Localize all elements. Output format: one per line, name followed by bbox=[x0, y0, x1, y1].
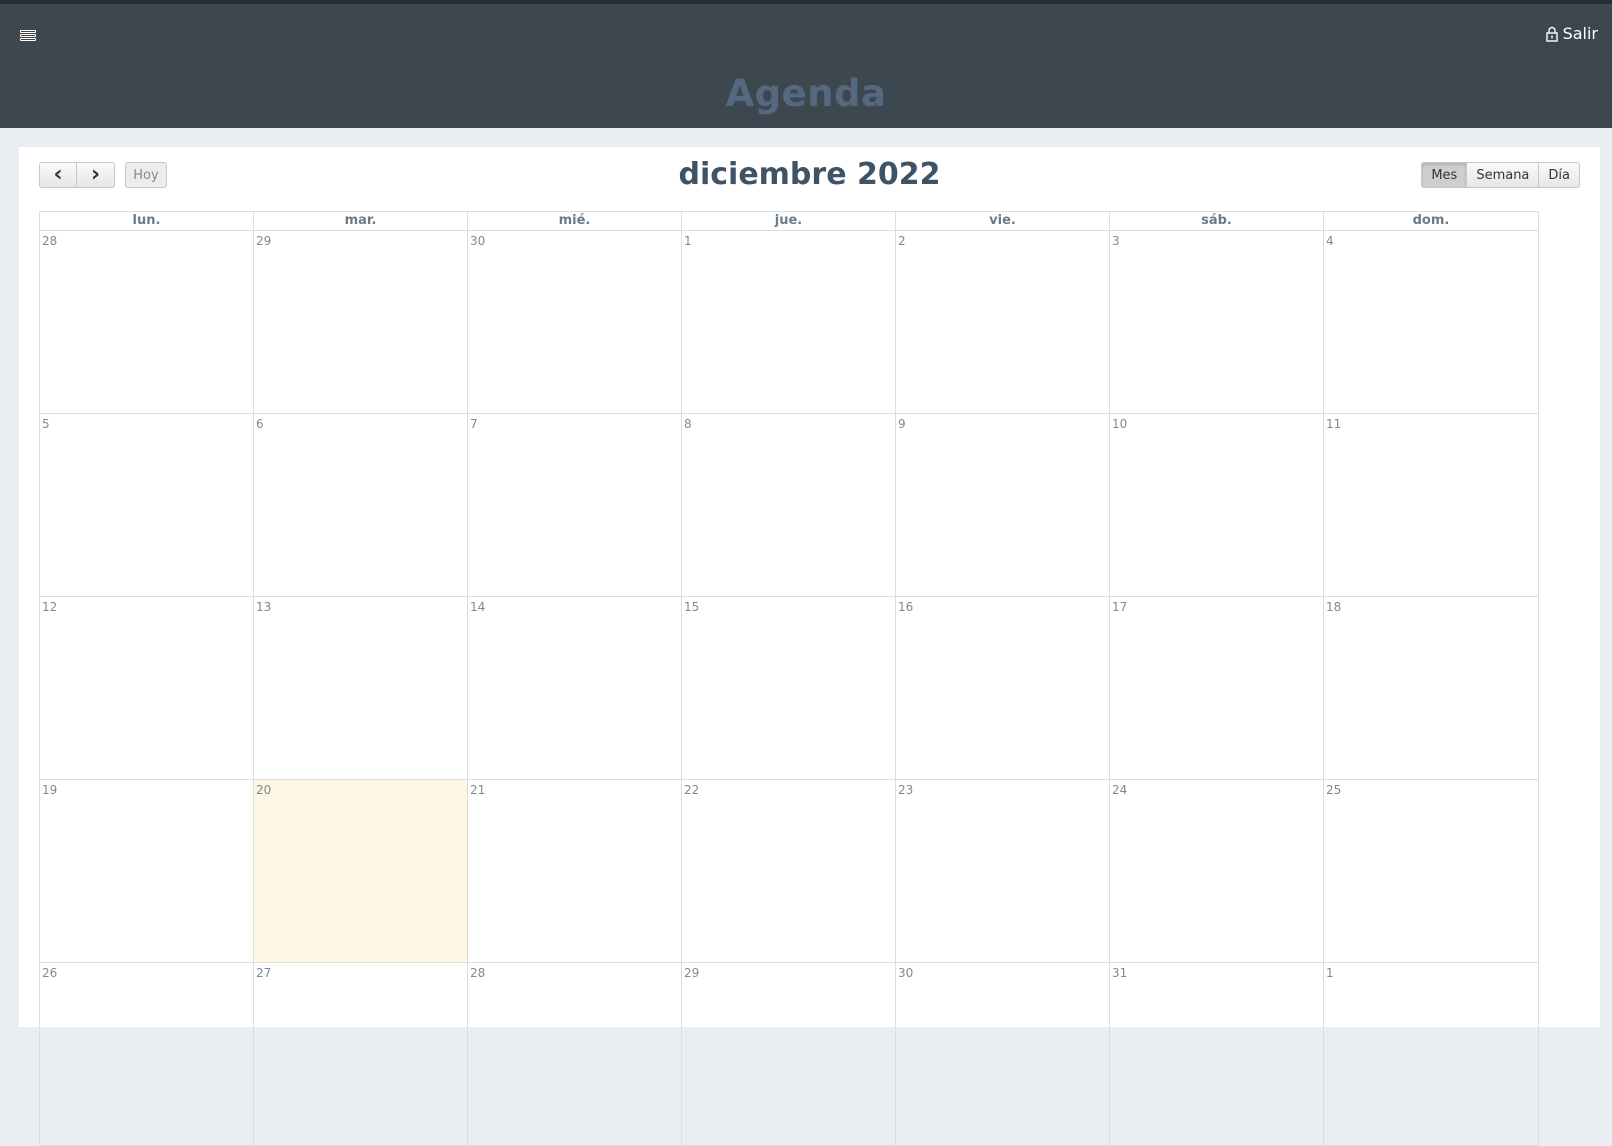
day-cell[interactable]: 29 bbox=[682, 963, 896, 1146]
day-number: 11 bbox=[1326, 417, 1342, 431]
day-number: 27 bbox=[256, 966, 272, 980]
view-day-button[interactable]: Día bbox=[1539, 162, 1580, 188]
day-number: 2 bbox=[898, 234, 906, 248]
week-row: 12 13 14 15 16 17 18 bbox=[40, 597, 1539, 780]
day-cell[interactable]: 27 bbox=[254, 963, 468, 1146]
day-cell[interactable]: 22 bbox=[682, 780, 896, 963]
day-cell[interactable]: 3 bbox=[1110, 231, 1324, 414]
day-number: 25 bbox=[1326, 783, 1342, 797]
month-grid: lun. mar. mié. jue. vie. sáb. dom. 28 29 3… bbox=[39, 211, 1539, 1146]
day-number: 4 bbox=[1326, 234, 1334, 248]
day-number: 16 bbox=[898, 600, 914, 614]
view-week-button[interactable]: Semana bbox=[1467, 162, 1540, 188]
day-cell[interactable]: 7 bbox=[468, 414, 682, 597]
day-cell[interactable]: 30 bbox=[468, 231, 682, 414]
logout-button[interactable]: Salir bbox=[1545, 24, 1598, 43]
day-number: 30 bbox=[898, 966, 914, 980]
day-number: 14 bbox=[470, 600, 486, 614]
day-cell[interactable]: 13 bbox=[254, 597, 468, 780]
day-number: 12 bbox=[42, 600, 58, 614]
day-cell[interactable]: 8 bbox=[682, 414, 896, 597]
day-cell[interactable]: 15 bbox=[682, 597, 896, 780]
day-number: 26 bbox=[42, 966, 58, 980]
day-number: 21 bbox=[470, 783, 486, 797]
lock-icon bbox=[1545, 26, 1558, 42]
day-number: 28 bbox=[42, 234, 58, 248]
day-number: 18 bbox=[1326, 600, 1342, 614]
logout-label: Salir bbox=[1562, 24, 1598, 43]
day-cell[interactable]: 30 bbox=[896, 963, 1110, 1146]
day-cell[interactable]: 9 bbox=[896, 414, 1110, 597]
day-number: 7 bbox=[470, 417, 478, 431]
day-number: 31 bbox=[1112, 966, 1128, 980]
day-number: 17 bbox=[1112, 600, 1128, 614]
day-number: 22 bbox=[684, 783, 700, 797]
day-number: 6 bbox=[256, 417, 264, 431]
day-cell[interactable]: 29 bbox=[254, 231, 468, 414]
day-cell[interactable]: 5 bbox=[40, 414, 254, 597]
hamburger-icon[interactable] bbox=[20, 30, 38, 46]
day-cell[interactable]: 12 bbox=[40, 597, 254, 780]
weekday-header: lun. mar. mié. jue. vie. sáb. dom. bbox=[40, 212, 1539, 231]
day-cell[interactable]: 19 bbox=[40, 780, 254, 963]
day-cell[interactable]: 28 bbox=[40, 231, 254, 414]
day-cell[interactable]: 14 bbox=[468, 597, 682, 780]
app-header: Salir Agenda bbox=[0, 4, 1612, 128]
day-number: 13 bbox=[256, 600, 272, 614]
weekday-label: dom. bbox=[1324, 212, 1539, 231]
day-number: 29 bbox=[256, 234, 272, 248]
week-row: 28 29 30 1 2 3 4 bbox=[40, 231, 1539, 414]
day-number: 24 bbox=[1112, 783, 1128, 797]
day-cell[interactable]: 2 bbox=[896, 231, 1110, 414]
day-number: 5 bbox=[42, 417, 50, 431]
view-month-button[interactable]: Mes bbox=[1421, 162, 1468, 188]
calendar-toolbar: ‹ › Hoy diciembre 2022 Mes Semana Día bbox=[19, 147, 1600, 207]
day-cell[interactable]: 18 bbox=[1324, 597, 1539, 780]
day-cell[interactable]: 26 bbox=[40, 963, 254, 1146]
day-number: 10 bbox=[1112, 417, 1128, 431]
day-number: 29 bbox=[684, 966, 700, 980]
day-number: 28 bbox=[470, 966, 486, 980]
day-cell[interactable]: 23 bbox=[896, 780, 1110, 963]
day-cell[interactable]: 24 bbox=[1110, 780, 1324, 963]
day-cell[interactable]: 6 bbox=[254, 414, 468, 597]
day-cell[interactable]: 4 bbox=[1324, 231, 1539, 414]
day-number: 3 bbox=[1112, 234, 1120, 248]
day-cell[interactable]: 10 bbox=[1110, 414, 1324, 597]
weekday-label: lun. bbox=[40, 212, 254, 231]
day-number: 9 bbox=[898, 417, 906, 431]
day-number: 30 bbox=[470, 234, 486, 248]
day-number: 19 bbox=[42, 783, 58, 797]
month-title: diciembre 2022 bbox=[678, 157, 941, 192]
weekday-label: sáb. bbox=[1110, 212, 1324, 231]
day-cell[interactable]: 21 bbox=[468, 780, 682, 963]
day-cell-today[interactable]: 20 bbox=[254, 780, 468, 963]
day-number: 1 bbox=[1326, 966, 1334, 980]
day-number: 1 bbox=[684, 234, 692, 248]
view-switcher: Mes Semana Día bbox=[1421, 162, 1580, 188]
weekday-label: jue. bbox=[682, 212, 896, 231]
calendar-panel: ‹ › Hoy diciembre 2022 Mes Semana Día lu… bbox=[19, 147, 1600, 1146]
day-cell[interactable]: 1 bbox=[1324, 963, 1539, 1146]
week-row: 19 20 21 22 23 24 25 bbox=[40, 780, 1539, 963]
weekday-label: vie. bbox=[896, 212, 1110, 231]
weekday-label: mar. bbox=[254, 212, 468, 231]
weekday-label: mié. bbox=[468, 212, 682, 231]
day-cell[interactable]: 1 bbox=[682, 231, 896, 414]
week-row: 26 27 28 29 30 31 1 bbox=[40, 963, 1539, 1146]
day-number: 15 bbox=[684, 600, 700, 614]
day-cell[interactable]: 11 bbox=[1324, 414, 1539, 597]
day-cell[interactable]: 17 bbox=[1110, 597, 1324, 780]
day-number: 8 bbox=[684, 417, 692, 431]
weeks-container: 28 29 30 1 2 3 4 5 6 7 8 9 10 11 12 13 14 15 16 17 18 19 20 21 2… bbox=[40, 231, 1539, 1146]
day-number: 20 bbox=[256, 783, 272, 797]
day-cell[interactable]: 25 bbox=[1324, 780, 1539, 963]
day-number: 23 bbox=[898, 783, 914, 797]
week-row: 5 6 7 8 9 10 11 bbox=[40, 414, 1539, 597]
day-cell[interactable]: 28 bbox=[468, 963, 682, 1146]
day-cell[interactable]: 31 bbox=[1110, 963, 1324, 1146]
page-title: Agenda bbox=[725, 72, 887, 115]
day-cell[interactable]: 16 bbox=[896, 597, 1110, 780]
